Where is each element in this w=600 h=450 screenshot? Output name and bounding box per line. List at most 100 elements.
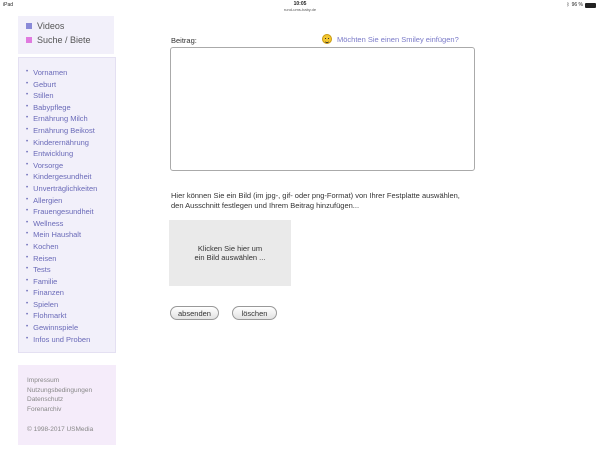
- nav-item[interactable]: • Infos und Proben: [26, 334, 97, 346]
- bullet-icon: •: [26, 138, 29, 145]
- smiley-link[interactable]: Möchten Sie einen Smiley einfügen?: [322, 34, 459, 44]
- sidebar-footer: Impressum Nutzungsbedingungen Datenschutz F…: [18, 365, 116, 445]
- footer-link[interactable]: Datenschutz: [27, 395, 92, 405]
- footer-link[interactable]: Forenarchiv: [27, 405, 92, 415]
- battery-icon: [585, 2, 596, 8]
- bullet-icon: •: [26, 184, 29, 191]
- nav-item[interactable]: • Unverträglichkeiten: [26, 183, 97, 195]
- nav-item[interactable]: • Stillen: [26, 90, 97, 102]
- nav-item[interactable]: • Frauengesundheit: [26, 206, 97, 218]
- nav-item[interactable]: • Familie: [26, 276, 97, 288]
- nav-item-label[interactable]: Wellness: [33, 218, 63, 230]
- beitrag-label: Beitrag:: [171, 36, 197, 45]
- nav-item-label[interactable]: Infos und Proben: [33, 334, 90, 346]
- nav-item[interactable]: • Finanzen: [26, 287, 97, 299]
- bullet-icon: •: [26, 219, 29, 226]
- image-select-text: Klicken Sie hier um ein Bild auswählen .…: [195, 244, 266, 263]
- footer-link[interactable]: Nutzungsbedingungen: [27, 386, 92, 396]
- bullet-icon: •: [26, 300, 29, 307]
- nav-item-label[interactable]: Flohmarkt: [33, 310, 66, 322]
- nav-item[interactable]: • Ernährung Beikost: [26, 125, 97, 137]
- category-label: Suche / Biete: [37, 35, 91, 45]
- category-videos[interactable]: Videos: [26, 21, 64, 31]
- nav-item-label[interactable]: Mein Haushalt: [33, 229, 81, 241]
- nav-item[interactable]: • Wellness: [26, 218, 97, 230]
- nav-item[interactable]: • Spielen: [26, 299, 97, 311]
- address-area[interactable]: 10:05 rund-ums-baby.de: [0, 1, 600, 13]
- bullet-icon: •: [26, 92, 29, 99]
- status-bar: iPad 10:05 rund-ums-baby.de ᛒ 96 %: [0, 0, 600, 16]
- bullet-icon: •: [26, 150, 29, 157]
- bullet-icon: •: [26, 103, 29, 110]
- footer-link[interactable]: Impressum: [27, 376, 92, 386]
- sidebar-nav: • Vornamen • Geburt • Stillen • Babypflege • Ernä…: [18, 57, 116, 353]
- image-select-line: Klicken Sie hier um: [197, 243, 263, 253]
- nav-item-label[interactable]: Unverträglichkeiten: [33, 183, 97, 195]
- nav-item-label[interactable]: Reisen: [33, 253, 56, 265]
- bullet-icon: •: [26, 208, 29, 215]
- nav-item[interactable]: • Allergien: [26, 195, 97, 207]
- nav-item-label[interactable]: Stillen: [33, 90, 53, 102]
- nav-item[interactable]: • Vorsorge: [26, 160, 97, 172]
- bullet-icon: •: [26, 254, 29, 261]
- nav-item-label[interactable]: Vorsorge: [33, 160, 63, 172]
- nav-item[interactable]: • Kochen: [26, 241, 97, 253]
- bullet-icon: •: [26, 80, 29, 87]
- nav-item[interactable]: • Entwicklung: [26, 148, 97, 160]
- nav-item-label[interactable]: Geburt: [33, 79, 56, 91]
- nav-item-label[interactable]: Allergien: [33, 195, 62, 207]
- bullet-icon: •: [26, 335, 29, 342]
- nav-item[interactable]: • Kinderernährung: [26, 137, 97, 149]
- nav-item-label[interactable]: Kochen: [33, 241, 58, 253]
- bullet-icon: •: [26, 161, 29, 168]
- nav-item-label[interactable]: Frauengesundheit: [33, 206, 93, 218]
- nav-list: • Vornamen • Geburt • Stillen • Babypflege • Ernä…: [26, 67, 97, 345]
- nav-item-label[interactable]: Entwicklung: [33, 148, 73, 160]
- battery-indicator: ᛒ 96 %: [567, 2, 596, 8]
- battery-fill: [586, 3, 595, 7]
- bullet-icon: •: [26, 69, 29, 75]
- url-text[interactable]: rund-ums-baby.de: [0, 7, 600, 13]
- upload-instructions: Hier können Sie ein Bild (im jpg-, gif- …: [171, 191, 460, 210]
- nav-item-label[interactable]: Familie: [33, 276, 57, 288]
- nav-item[interactable]: • Flohmarkt: [26, 310, 97, 322]
- nav-item-label[interactable]: Spielen: [33, 299, 58, 311]
- category-label: Videos: [37, 21, 65, 31]
- nav-item-label[interactable]: Vornamen: [33, 67, 67, 79]
- nav-item-label[interactable]: Gewinnspiele: [33, 322, 78, 334]
- nav-item-label[interactable]: Ernährung Milch: [33, 113, 88, 125]
- nav-item-label[interactable]: Ernährung Beikost: [33, 125, 95, 137]
- bullet-icon: •: [26, 242, 29, 249]
- nav-item-label[interactable]: Finanzen: [33, 287, 64, 299]
- bullet-icon: •: [26, 266, 29, 273]
- bullet-icon: •: [26, 324, 29, 331]
- sidebar-categories: Videos Suche / Biete: [18, 16, 114, 54]
- nav-item[interactable]: • Gewinnspiele: [26, 322, 97, 334]
- nav-item[interactable]: • Reisen: [26, 253, 97, 265]
- image-select-area[interactable]: Klicken Sie hier um ein Bild auswählen .…: [169, 220, 291, 286]
- submit-button[interactable]: absenden: [170, 306, 219, 320]
- nav-item[interactable]: • Mein Haushalt: [26, 229, 97, 241]
- nav-item-label[interactable]: Tests: [33, 264, 51, 276]
- category-suche-biete[interactable]: Suche / Biete: [26, 35, 91, 45]
- nav-item[interactable]: • Vornamen: [26, 67, 97, 79]
- footer-links: Impressum Nutzungsbedingungen Datenschutz F…: [27, 376, 92, 414]
- bullet-icon: •: [26, 289, 29, 296]
- nav-item-label[interactable]: Babypflege: [33, 102, 71, 114]
- bullet-icon: •: [26, 312, 29, 319]
- bullet-icon: •: [26, 231, 29, 238]
- post-textarea[interactable]: [170, 47, 475, 171]
- smiley-link-text[interactable]: Möchten Sie einen Smiley einfügen?: [337, 35, 459, 44]
- nav-item[interactable]: • Babypflege: [26, 102, 97, 114]
- delete-button[interactable]: löschen: [232, 306, 277, 320]
- bluetooth-icon: ᛒ: [566, 2, 570, 8]
- bullet-icon: •: [26, 126, 29, 133]
- nav-item[interactable]: • Geburt: [26, 79, 97, 91]
- nav-item[interactable]: • Kindergesundheit: [26, 171, 97, 183]
- nav-item-label[interactable]: Kindergesundheit: [33, 171, 91, 183]
- smiley-icon[interactable]: [322, 34, 332, 44]
- nav-item-label[interactable]: Kinderernährung: [33, 137, 89, 149]
- bullet-icon: •: [26, 173, 29, 180]
- nav-item[interactable]: • Ernährung Milch: [26, 113, 97, 125]
- nav-item[interactable]: • Tests: [26, 264, 97, 276]
